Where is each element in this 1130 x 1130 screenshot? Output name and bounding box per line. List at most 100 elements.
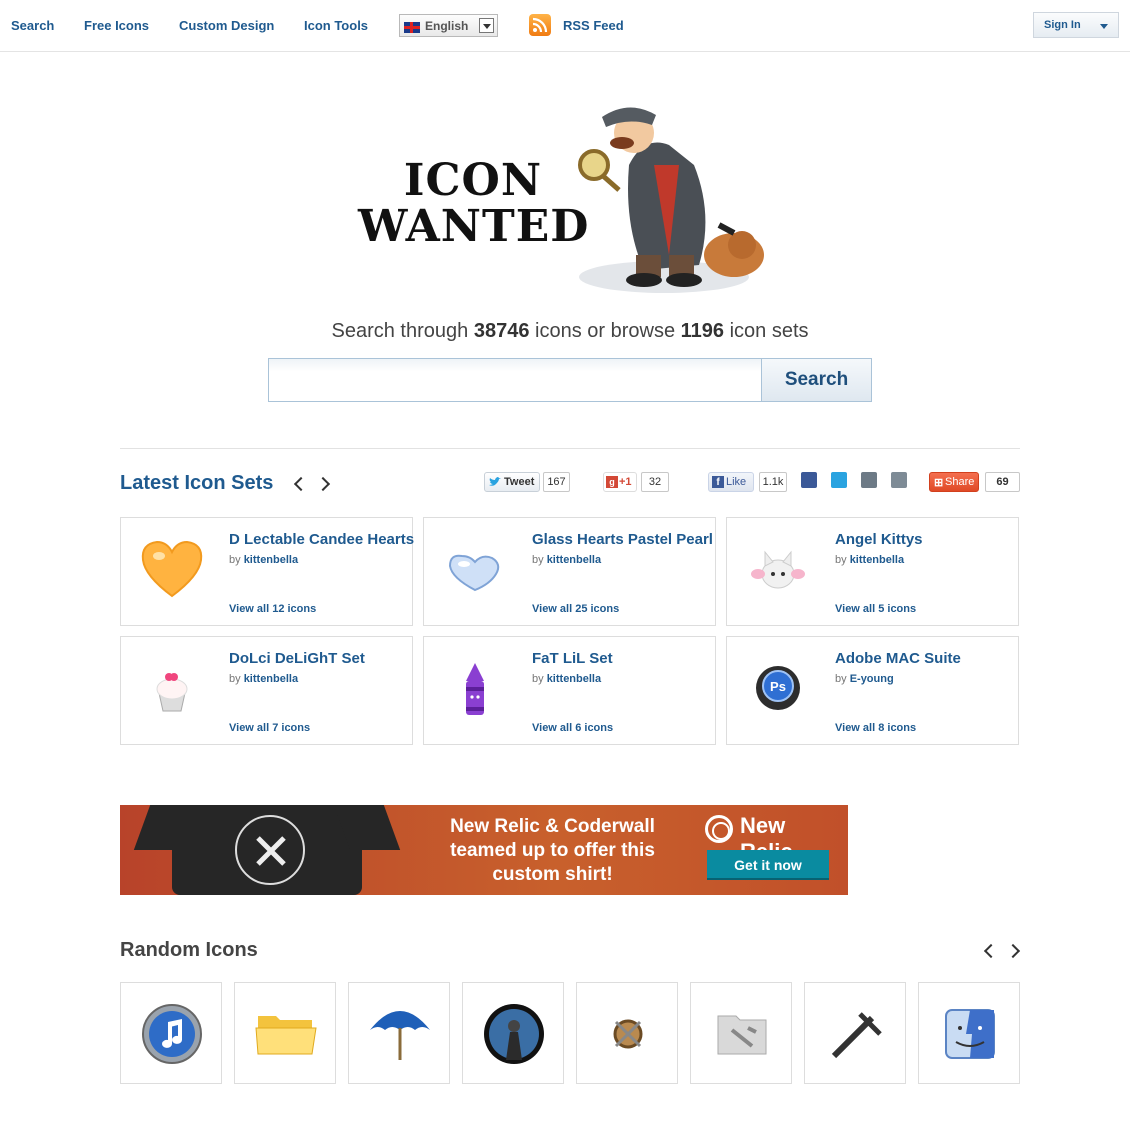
set-count: 1196 [680, 320, 725, 342]
itunes-icon[interactable] [140, 1002, 204, 1066]
by-label: by [229, 673, 244, 685]
print-icon[interactable] [891, 472, 907, 488]
random-icon-tile[interactable] [804, 982, 906, 1084]
pickaxe-icon[interactable] [824, 1002, 888, 1066]
cupcake-icon[interactable] [137, 653, 207, 723]
tagline-mid: icons or browse [529, 320, 681, 342]
rss-icon[interactable] [529, 14, 551, 36]
google-g-icon: g [606, 476, 618, 488]
tagline-pre: Search through [331, 320, 474, 342]
set-author-link[interactable]: kittenbella [547, 673, 601, 685]
search-tagline: Search through 38746 icons or browse 119… [0, 320, 1130, 343]
facebook-like-button[interactable]: f Like [708, 472, 754, 492]
google-plus-label: +1 [619, 476, 632, 488]
glass-heart-icon[interactable] [440, 534, 510, 604]
icon-set-card[interactable]: Ps Adobe MAC Suite by E-young View all 8… [726, 636, 1019, 745]
icon-set-card[interactable]: Glass Hearts Pastel Pearl by kittenbella… [423, 517, 716, 626]
nav-search[interactable]: Search [11, 18, 54, 33]
set-author-link[interactable]: kittenbella [547, 554, 601, 566]
by-label: by [835, 673, 850, 685]
chevron-left-icon[interactable] [983, 943, 999, 959]
share-button[interactable]: ⊞ Share [929, 472, 979, 492]
sign-in-button[interactable]: Sign In [1033, 12, 1119, 38]
latest-sets-title: Latest Icon Sets [120, 472, 274, 494]
random-icons-title: Random Icons [120, 939, 258, 961]
set-title[interactable]: Angel Kittys [835, 531, 923, 548]
view-all-link[interactable]: View all 8 icons [835, 722, 916, 734]
icon-set-card[interactable]: FaT LiL Set by kittenbella View all 6 ic… [423, 636, 716, 745]
set-author-line: by kittenbella [532, 673, 601, 685]
google-plus-count: 32 [641, 472, 669, 492]
share-label: Share [945, 476, 975, 488]
chevron-right-icon[interactable] [315, 476, 331, 492]
email-icon[interactable] [861, 472, 877, 488]
orange-heart-icon[interactable] [137, 534, 207, 604]
set-title[interactable]: Glass Hearts Pastel Pearl [532, 531, 713, 548]
tagline-post: icon sets [724, 320, 809, 342]
tweet-button[interactable]: Tweet [484, 472, 540, 492]
icon-set-card[interactable]: D Lectable Candee Hearts by kittenbella … [120, 517, 414, 626]
set-author-link[interactable]: kittenbella [850, 554, 904, 566]
site-logo[interactable]: ICON WANTED [358, 158, 588, 250]
set-author-line: by kittenbella [229, 554, 298, 566]
twitter-icon[interactable] [831, 472, 847, 488]
nav-free-icons[interactable]: Free Icons [84, 18, 149, 33]
icon-set-card[interactable]: DoLci DeLiGhT Set by kittenbella View al… [120, 636, 413, 745]
set-title[interactable]: DoLci DeLiGhT Set [229, 650, 365, 667]
set-author-link[interactable]: kittenbella [244, 673, 298, 685]
dropdown-arrow-icon [479, 18, 494, 33]
photoshop-icon[interactable]: Ps [743, 653, 813, 723]
view-all-link[interactable]: View all 12 icons [229, 603, 316, 615]
finder-icon[interactable] [938, 1002, 1002, 1066]
like-count: 1.1k [759, 472, 787, 492]
folder-icon[interactable] [254, 1002, 318, 1066]
chevron-left-icon[interactable] [293, 476, 309, 492]
set-author-line: by kittenbella [532, 554, 601, 566]
view-all-link[interactable]: View all 7 icons [229, 722, 310, 734]
random-icon-tile[interactable] [690, 982, 792, 1084]
search-button[interactable]: Search [761, 358, 872, 402]
facebook-f-icon: f [712, 476, 724, 488]
battlefield-icon[interactable] [482, 1002, 546, 1066]
by-label: by [229, 554, 244, 566]
icon-set-card[interactable]: Angel Kittys by kittenbella View all 5 i… [726, 517, 1019, 626]
kitty-icon[interactable] [743, 534, 813, 604]
caret-down-icon [1100, 24, 1108, 29]
random-icon-tile[interactable] [120, 982, 222, 1084]
google-plus-button[interactable]: g +1 [603, 472, 637, 492]
random-icon-tile[interactable] [234, 982, 336, 1084]
view-all-link[interactable]: View all 5 icons [835, 603, 916, 615]
set-title[interactable]: D Lectable Candee Hearts [229, 531, 414, 548]
svg-text:Ps: Ps [770, 679, 786, 694]
random-icon-tile[interactable] [576, 982, 678, 1084]
set-title[interactable]: Adobe MAC Suite [835, 650, 961, 667]
umbrella-icon[interactable] [368, 1002, 432, 1066]
top-navigation: Search Free Icons Custom Design Icon Too… [0, 0, 1130, 52]
ad-banner[interactable]: New Relic & Coderwall teamed up to offer… [120, 805, 848, 895]
shield-icon[interactable] [596, 1002, 660, 1066]
random-icon-tile[interactable] [462, 982, 564, 1084]
get-it-now-button[interactable]: Get it now [707, 850, 829, 880]
view-all-link[interactable]: View all 25 icons [532, 603, 619, 615]
nav-rss-feed[interactable]: RSS Feed [563, 18, 624, 33]
set-title[interactable]: FaT LiL Set [532, 650, 613, 667]
logo-line-1: ICON [403, 155, 543, 206]
facebook-icon[interactable] [801, 472, 817, 488]
chevron-right-icon[interactable] [1005, 943, 1021, 959]
view-all-link[interactable]: View all 6 icons [532, 722, 613, 734]
share-count: 69 [985, 472, 1020, 492]
set-author-link[interactable]: E-young [850, 673, 894, 685]
search-input[interactable] [268, 358, 762, 402]
sign-in-label: Sign In [1044, 19, 1081, 31]
nav-icon-tools[interactable]: Icon Tools [304, 18, 368, 33]
crayon-icon[interactable] [440, 653, 510, 723]
set-author-link[interactable]: kittenbella [244, 554, 298, 566]
shirt-seal-icon [235, 815, 305, 885]
tools-folder-icon[interactable] [710, 1002, 774, 1066]
random-icon-tile[interactable] [348, 982, 450, 1084]
language-select[interactable]: English [399, 14, 498, 37]
set-author-line: by kittenbella [835, 554, 904, 566]
by-label: by [532, 673, 547, 685]
nav-custom-design[interactable]: Custom Design [179, 18, 274, 33]
random-icon-tile[interactable] [918, 982, 1020, 1084]
